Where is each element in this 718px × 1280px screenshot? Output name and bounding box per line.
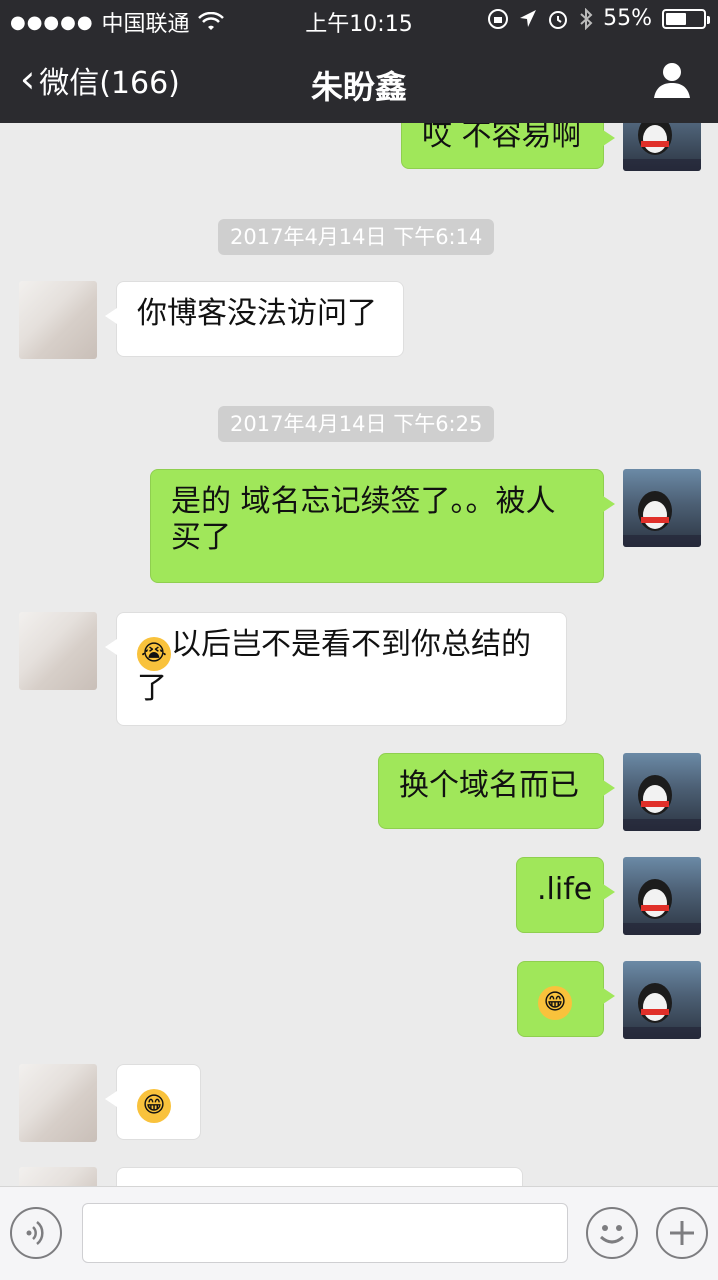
rotation-lock-icon — [488, 8, 509, 29]
message-bubble-sent[interactable]: 哎 不容易啊 — [401, 123, 615, 169]
message-bubble-sent[interactable]: 😁 — [517, 961, 615, 1037]
message-bubble-received[interactable]: 😁 — [105, 1064, 201, 1140]
message-text: 哎 不容易啊 — [422, 123, 582, 153]
my-avatar[interactable] — [623, 857, 701, 935]
my-avatar[interactable] — [623, 753, 701, 831]
chat-header: ‹ 微信(166) 朱盼鑫 — [0, 40, 718, 123]
message-text: .life — [537, 872, 593, 907]
message-text: 以后岂不是看不到你总结的 — [171, 627, 531, 662]
battery-level — [666, 12, 686, 25]
emoji-button[interactable] — [586, 1207, 638, 1259]
message-text: 你博客没法访问了 — [137, 296, 377, 331]
message-bubble-sent[interactable]: 是的 域名忘记续签了。。被人 买了 — [150, 469, 615, 583]
bluetooth-icon — [580, 7, 593, 30]
message-text-line: 😭 以后岂不是看不到你总结的 — [137, 627, 546, 671]
message-text-line: 买了 — [171, 520, 231, 555]
message-list[interactable]: 哎 不容易啊 2017年4月14日 下午6:14 你博客没法访问了 2017年4… — [0, 123, 718, 1186]
voice-button[interactable] — [10, 1207, 62, 1259]
my-avatar[interactable] — [623, 961, 701, 1039]
location-icon — [520, 9, 537, 27]
voice-icon — [26, 1221, 44, 1245]
qq-avatar-image — [623, 983, 701, 1039]
qq-avatar-image — [623, 775, 701, 831]
message-bubble-sent[interactable]: .life — [516, 857, 615, 933]
message-text: 换个域名而已 — [399, 768, 579, 803]
grin-emoji-icon: 😁 — [137, 1089, 171, 1123]
message-bubble-received[interactable] — [116, 1167, 523, 1186]
message-text-line: 了 — [137, 671, 167, 706]
message-bubble-sent[interactable]: 换个域名而已 — [378, 753, 615, 829]
more-button[interactable] — [656, 1207, 708, 1259]
emoji-icon — [599, 1225, 625, 1244]
battery-percent: 55% — [603, 6, 652, 31]
battery-icon — [662, 8, 710, 29]
message-text-line: 是的 域名忘记续签了。。被人 — [171, 484, 556, 519]
contact-avatar[interactable] — [19, 1167, 97, 1186]
crying-emoji-icon: 😭 — [137, 637, 171, 671]
alarm-icon — [549, 10, 568, 29]
qq-avatar-image — [623, 123, 701, 171]
message-bubble-received[interactable]: 你博客没法访问了 — [105, 281, 404, 357]
plus-icon — [670, 1221, 694, 1245]
timestamp: 2017年4月14日 下午6:14 — [218, 219, 495, 255]
chat-title: 朱盼鑫 — [310, 68, 407, 106]
grin-emoji-icon: 😁 — [538, 986, 572, 1020]
message-bubble-received[interactable]: 😭 以后岂不是看不到你总结的 了 — [105, 612, 567, 726]
contact-avatar[interactable] — [19, 281, 97, 359]
contact-avatar[interactable] — [19, 612, 97, 690]
status-bar: ●●●●● 中国联通 上午10:15 55% — [0, 0, 718, 40]
my-avatar[interactable] — [623, 469, 701, 547]
contact-avatar[interactable] — [19, 1064, 97, 1142]
my-avatar[interactable] — [623, 123, 701, 171]
status-right: 55% — [487, 6, 710, 31]
qq-avatar-image — [623, 491, 701, 547]
input-bar — [0, 1186, 718, 1280]
qq-avatar-image — [623, 879, 701, 935]
message-input[interactable] — [82, 1203, 568, 1263]
person-icon[interactable] — [652, 60, 692, 100]
timestamp: 2017年4月14日 下午6:25 — [218, 406, 495, 442]
